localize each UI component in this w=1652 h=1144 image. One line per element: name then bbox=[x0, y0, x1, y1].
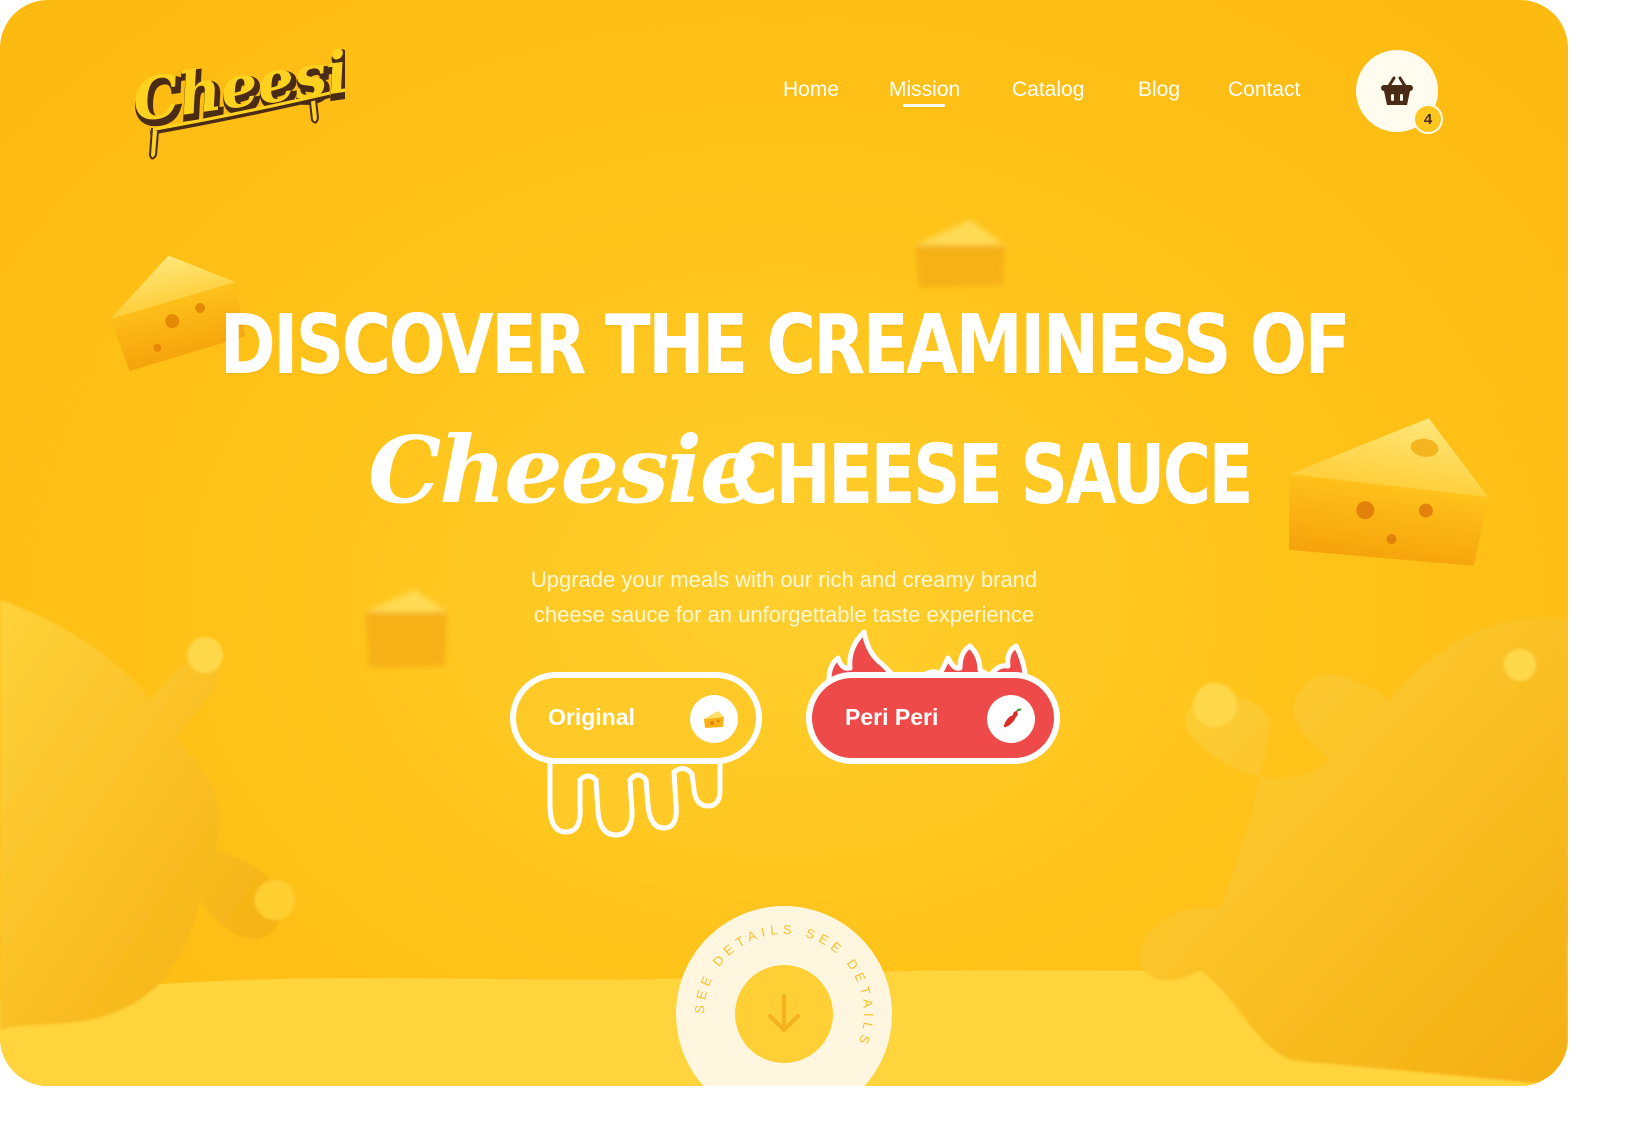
nav-mission[interactable]: Mission bbox=[889, 78, 960, 102]
cheese-wedge-top bbox=[915, 220, 1005, 288]
hero-subtitle-line1: Upgrade your meals with our rich and cre… bbox=[530, 567, 1038, 592]
page-frame: Cheesie Cheesie Home Mission Catalog Blo… bbox=[0, 0, 1568, 1086]
nav-active-indicator bbox=[903, 104, 945, 107]
brand-logo[interactable]: Cheesie Cheesie bbox=[128, 32, 395, 165]
basket-icon bbox=[1381, 76, 1413, 105]
hero-headline-line2: CHEESE SAUCE bbox=[730, 428, 1253, 523]
see-details-inner[interactable] bbox=[735, 965, 833, 1063]
cart-count-badge: 4 bbox=[1413, 104, 1443, 134]
nav-catalog[interactable]: Catalog bbox=[1012, 78, 1084, 102]
nav-home[interactable]: Home bbox=[783, 78, 839, 102]
peri-peri-flavor-label: Peri Peri bbox=[845, 704, 939, 730]
hero-subtitle-line2: cheese sauce for an unforgettable taste … bbox=[533, 602, 1035, 627]
cheese-drips bbox=[547, 750, 723, 838]
arrow-down-icon bbox=[768, 994, 800, 1032]
nav-blog[interactable]: Blog bbox=[1138, 78, 1180, 102]
hero-subtitle: Upgrade your meals with our rich and cre… bbox=[0, 562, 1568, 632]
chili-icon bbox=[987, 695, 1035, 743]
nav-contact[interactable]: Contact bbox=[1228, 78, 1300, 102]
cheese-splash-left bbox=[0, 600, 295, 1030]
original-flavor-label: Original bbox=[548, 704, 635, 730]
hero-headline-script: Cheesie bbox=[368, 416, 758, 524]
cheese-icon bbox=[690, 695, 738, 743]
hero-headline-line1: DISCOVER THE CREAMINESS OF bbox=[219, 298, 1351, 393]
cheese-wedge-right bbox=[1289, 418, 1489, 566]
